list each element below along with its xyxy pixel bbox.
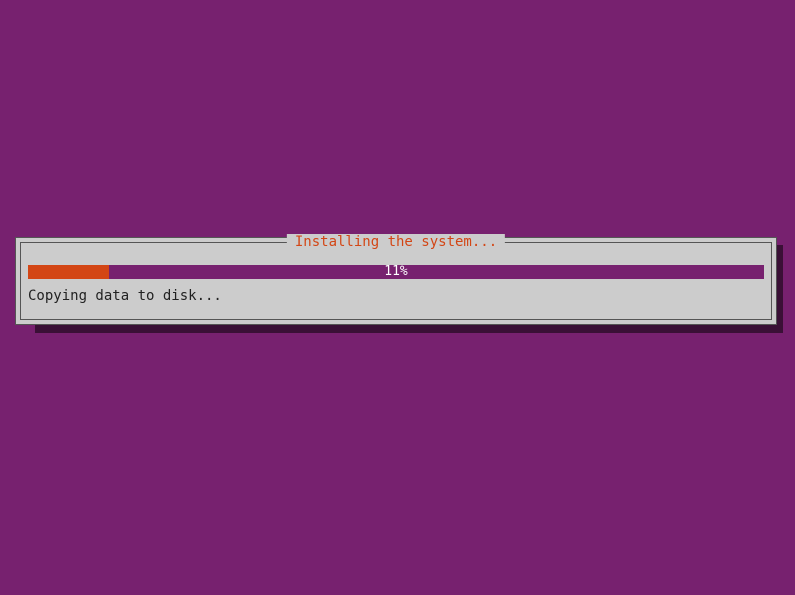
progress-bar-fill <box>28 265 109 279</box>
dialog-inner-frame: Installing the system... 11% Copying dat… <box>20 242 772 320</box>
progress-status-text: Copying data to disk... <box>28 288 222 304</box>
installer-dialog: Installing the system... 11% Copying dat… <box>15 237 777 325</box>
dialog-title: Installing the system... <box>287 234 505 250</box>
progress-percentage-label: 11% <box>384 265 407 279</box>
